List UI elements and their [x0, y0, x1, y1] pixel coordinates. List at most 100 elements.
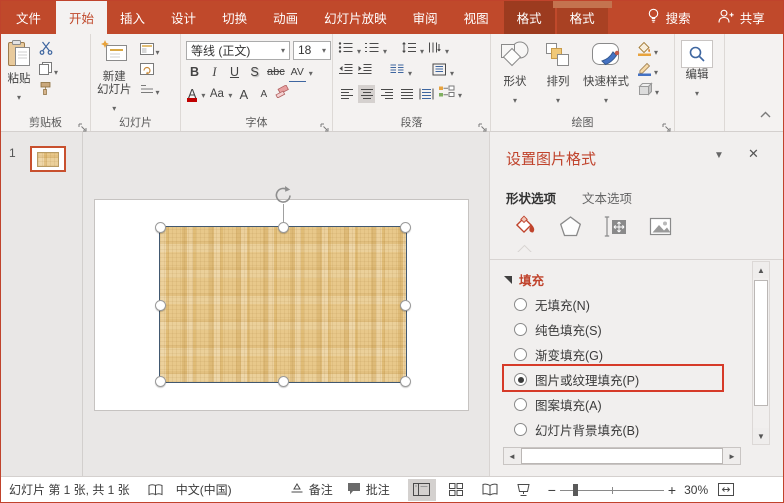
radio-solid-fill[interactable]: 纯色填充(S)	[514, 317, 602, 342]
align-text-button[interactable]	[432, 63, 447, 81]
text-shadow-button[interactable]: S	[246, 63, 263, 81]
justify-button[interactable]	[398, 85, 415, 103]
italic-button[interactable]: I	[206, 63, 223, 81]
editing-dropdown-arrow[interactable]	[695, 83, 699, 101]
shapes-button[interactable]: 形状	[493, 37, 537, 115]
size-properties-icon[interactable]	[602, 214, 628, 238]
decrease-indent-button[interactable]	[338, 63, 354, 81]
font-name-combo[interactable]: 等线 (正文)	[186, 41, 290, 60]
collapse-ribbon-button[interactable]	[760, 105, 771, 123]
zoom-slider-handle[interactable]	[573, 484, 578, 496]
tab-slideshow[interactable]: 幻灯片放映	[311, 1, 400, 34]
shrink-font-button[interactable]: A	[255, 85, 272, 103]
radio-picture-texture-fill[interactable]: 图片或纹理填充(P)	[514, 367, 639, 392]
shape-fill-button[interactable]	[635, 42, 661, 59]
pane-tab-text-options[interactable]: 文本选项	[582, 188, 632, 207]
radio-no-fill[interactable]: 无填充(N)	[514, 292, 590, 317]
radio-gradient-fill[interactable]: 渐变填充(G)	[514, 342, 603, 367]
rotation-handle[interactable]	[273, 185, 293, 205]
tab-transitions[interactable]: 切换	[209, 1, 260, 34]
slide-sorter-view-button[interactable]	[442, 479, 470, 501]
layout-dropdown-arrow[interactable]	[156, 42, 160, 60]
scroll-right-button[interactable]: ►	[724, 448, 740, 464]
radio-circle[interactable]	[514, 373, 527, 386]
align-text-dropdown-arrow[interactable]	[450, 63, 454, 81]
radio-circle[interactable]	[514, 398, 527, 411]
layout-button[interactable]	[138, 42, 162, 59]
underline-button[interactable]: U	[226, 63, 243, 81]
copy-button[interactable]	[37, 62, 60, 79]
shape-effects-dropdown-arrow[interactable]	[655, 82, 659, 100]
picture-fill-rectangle[interactable]	[159, 226, 407, 383]
drawing-dialog-launcher[interactable]	[662, 119, 672, 129]
cut-button[interactable]	[37, 42, 60, 59]
selection-handle-top-left[interactable]	[155, 222, 166, 233]
slide-canvas[interactable]	[94, 199, 469, 411]
tab-format-drawing-tools[interactable]: 格式	[504, 1, 555, 34]
format-painter-button[interactable]	[37, 82, 60, 99]
zoom-out-button[interactable]: −	[548, 482, 556, 498]
fill-section-header[interactable]: 填充	[504, 270, 544, 289]
radio-pattern-fill[interactable]: 图案填充(A)	[514, 392, 602, 417]
tab-file[interactable]: 文件	[1, 1, 56, 34]
arrange-dropdown-arrow[interactable]	[556, 90, 560, 108]
paragraph-dialog-launcher[interactable]	[478, 119, 488, 129]
comments-button[interactable]: 批注	[347, 481, 390, 498]
horizontal-scroll-thumb[interactable]	[521, 448, 723, 464]
columns-button[interactable]	[389, 63, 405, 81]
distribute-text-button[interactable]	[418, 85, 435, 103]
slide-thumbnail[interactable]	[30, 146, 66, 172]
font-color-dropdown-arrow[interactable]	[201, 85, 205, 103]
tab-animations[interactable]: 动画	[260, 1, 311, 34]
tab-review[interactable]: 审阅	[400, 1, 451, 34]
scroll-down-button[interactable]: ▼	[753, 428, 769, 444]
align-right-button[interactable]	[378, 85, 395, 103]
paste-dropdown-arrow[interactable]	[17, 87, 21, 105]
radio-slide-background-fill[interactable]: 幻灯片背景填充(B)	[514, 417, 639, 442]
text-direction-dropdown-arrow[interactable]	[445, 41, 449, 59]
font-color-button[interactable]: A	[186, 87, 198, 101]
radio-circle[interactable]	[514, 423, 527, 436]
language-indicator[interactable]: 中文(中国)	[176, 481, 232, 498]
scroll-left-button[interactable]: ◄	[504, 448, 520, 464]
selection-handle-bottom-left[interactable]	[155, 376, 166, 387]
radio-circle[interactable]	[514, 323, 527, 336]
convert-smartart-button[interactable]	[438, 85, 455, 103]
pane-tab-shape-options[interactable]: 形状选项	[506, 188, 556, 207]
quick-styles-button[interactable]: 快速样式	[579, 37, 633, 115]
pane-options-dropdown-arrow[interactable]: ▼	[714, 150, 724, 161]
effects-pentagon-icon[interactable]	[557, 214, 583, 238]
notes-button[interactable]: 备注	[290, 481, 333, 498]
section-dropdown-arrow[interactable]	[156, 82, 160, 100]
tab-home[interactable]: 开始	[56, 1, 107, 34]
quick-styles-dropdown-arrow[interactable]	[604, 90, 608, 108]
reset-slide-button[interactable]	[138, 62, 162, 79]
tab-tell-me-search[interactable]: 搜索	[634, 1, 704, 34]
character-spacing-button[interactable]: AV	[289, 63, 306, 82]
grow-font-button[interactable]: A	[235, 85, 252, 103]
selection-handle-bottom-right[interactable]	[400, 376, 411, 387]
pane-close-button[interactable]: ✕	[748, 146, 759, 162]
bullets-button[interactable]	[338, 41, 354, 59]
numbering-dropdown-arrow[interactable]	[383, 41, 387, 59]
line-spacing-dropdown-arrow[interactable]	[420, 41, 424, 59]
selection-handle-top-right[interactable]	[400, 222, 411, 233]
slide-count-info[interactable]: 幻灯片 第 1 张, 共 1 张	[9, 481, 130, 498]
text-direction-button[interactable]	[427, 41, 442, 59]
reading-view-button[interactable]	[476, 479, 504, 501]
change-case-button[interactable]: Aa	[208, 85, 225, 103]
radio-circle[interactable]	[514, 298, 527, 311]
bold-button[interactable]: B	[186, 63, 203, 81]
selection-handle-middle-left[interactable]	[155, 300, 166, 311]
normal-view-button[interactable]	[408, 479, 436, 501]
fit-to-window-button[interactable]	[718, 483, 734, 496]
zoom-percentage[interactable]: 30%	[684, 483, 708, 497]
clear-formatting-button[interactable]	[275, 85, 290, 103]
clipboard-dialog-launcher[interactable]	[78, 119, 88, 129]
fill-and-line-icon[interactable]	[512, 214, 538, 238]
selection-handle-bottom-center[interactable]	[278, 376, 289, 387]
arrange-button[interactable]: 排列	[539, 37, 577, 115]
convert-smartart-dropdown-arrow[interactable]	[458, 85, 462, 103]
columns-dropdown-arrow[interactable]	[408, 63, 412, 81]
selection-handle-top-center[interactable]	[278, 222, 289, 233]
